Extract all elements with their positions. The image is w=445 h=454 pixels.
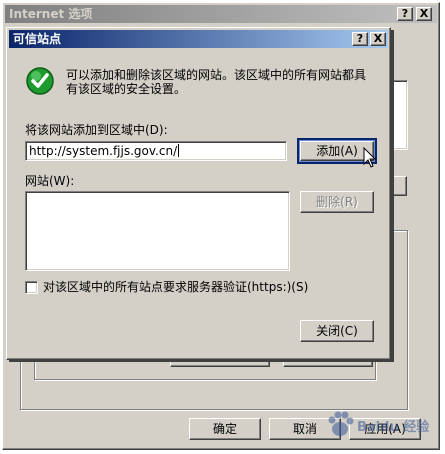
mouse-cursor-icon xyxy=(363,147,377,168)
sites-listbox[interactable] xyxy=(25,191,290,271)
internet-options-title: Internet 选项 xyxy=(9,7,93,21)
outer-help-button[interactable]: ? xyxy=(397,7,413,21)
ok-button[interactable]: 确定 xyxy=(189,418,261,440)
internet-options-titlebar: Internet 选项 xyxy=(5,5,437,23)
trusted-sites-titlebar: 可信站点 xyxy=(9,30,388,48)
info-text-line2: 有该区域的安全设置。 xyxy=(66,82,187,96)
https-checkbox-label[interactable]: 对该区域中的所有站点要求服务器验证(https:)(S) xyxy=(43,280,308,294)
https-checkbox[interactable] xyxy=(25,281,38,294)
outer-close-button[interactable]: X xyxy=(416,7,432,21)
url-input-value: http://system.fjjs.gov.cn/ xyxy=(29,144,178,158)
trusted-sites-title: 可信站点 xyxy=(13,32,62,46)
dialog-close-action-button[interactable]: 关闭(C) xyxy=(300,320,374,342)
url-input[interactable]: http://system.fjjs.gov.cn/ xyxy=(25,141,287,161)
baidu-watermark: Baidu 经验 xyxy=(325,404,435,444)
info-text-line1: 可以添加和删除该区域的网站。该区域中的所有网站都具 xyxy=(66,68,367,82)
dialog-shadow-right xyxy=(391,30,394,362)
add-site-label: 将该网站添加到区域中(D): xyxy=(25,123,168,137)
watermark-text: Baidu 经验 xyxy=(357,420,430,435)
dialog-close-button[interactable]: X xyxy=(370,32,386,46)
remove-button[interactable]: 删除(R) xyxy=(300,191,374,213)
dialog-help-button[interactable]: ? xyxy=(352,32,368,46)
checkmark-icon xyxy=(26,67,54,95)
paw-icon xyxy=(328,411,354,436)
sites-label: 网站(W): xyxy=(25,174,75,188)
